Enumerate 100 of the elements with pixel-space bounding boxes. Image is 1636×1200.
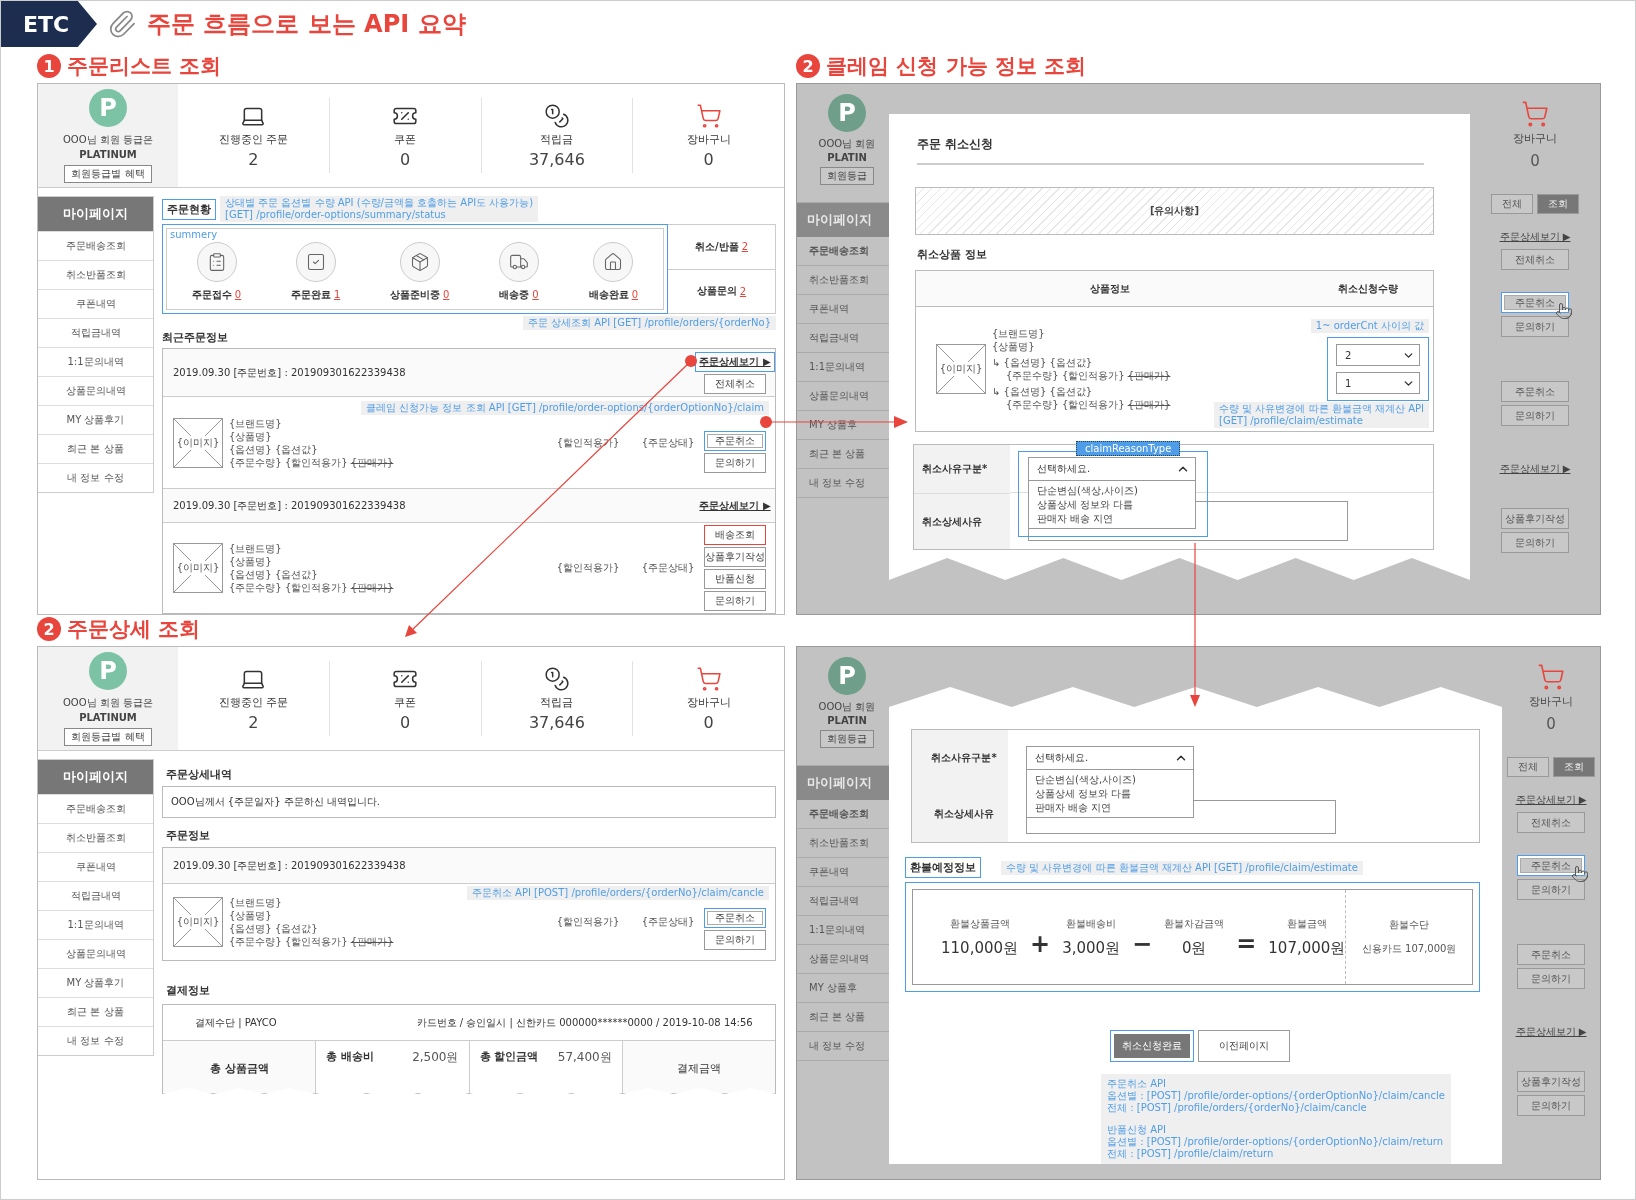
price-text: {할인적용가} [555, 915, 621, 929]
order-info: 2019.09.30 [주문번호] : 201909301622339438 [173, 858, 406, 873]
category-tag: ETC [1, 1, 97, 47]
section-title: 주문현황 [162, 198, 216, 220]
field-label: 취소사유구분* [912, 730, 1008, 786]
section-heading: 주문상세 조회 [67, 616, 201, 643]
sidebar-title: 마이페이지 [38, 197, 153, 231]
stat-label: 적립금 [540, 131, 574, 147]
step-label: 주문접수 0 [191, 288, 242, 302]
field-label: 취소사유구분* [914, 445, 1010, 493]
section-title: 취소상품 정보 [917, 247, 988, 262]
grade-name: PLATINUM [79, 711, 137, 723]
status-count: 취소/반품 2 [694, 239, 749, 255]
refund-label: 환불상품금액 [949, 916, 1010, 931]
stat-value: 0 [703, 149, 714, 169]
api-note: 상태별 주문 옵션별 수량 API (수량/금액을 호출하는 API도 사용가능) [GET] /profile/order-options/summary/status [220, 196, 539, 222]
status-count: 상품문의 2 [668, 268, 775, 313]
stat-value: 2 [248, 712, 259, 732]
cart-label: 장바구니 [1529, 694, 1573, 709]
refund-method: 신용카드 107,000원 [1361, 942, 1457, 956]
step-number: 2 [37, 617, 61, 641]
grade-avatar: P [828, 93, 866, 132]
brand-text: {브랜드명} [992, 327, 1046, 340]
section-title: 주문정보 [166, 828, 211, 843]
stat-value: 37,646 [528, 712, 585, 732]
api-note: 수량 및 사유변경에 따른 환불금액 재계산 API [GET] /profile/claim/estimate [1214, 402, 1429, 428]
section-title: 최근주문정보 [162, 330, 229, 345]
quantity-text: {주문수량} {할인적용가} {판매가} [229, 581, 394, 594]
option-text: {옵션명} {옵션값} [229, 442, 319, 456]
brand-text: {브랜드명} [229, 416, 283, 430]
stat-label: 장바구니 [686, 694, 731, 710]
refund-amount: 110,000원 [941, 938, 1019, 958]
grade-name: PLATINUM [79, 148, 137, 160]
image-label: {이미지} [176, 915, 220, 929]
column-header: 상품정보 [1088, 281, 1131, 296]
grade-avatar: P [828, 656, 866, 695]
notice-text: [유의사항] [1149, 204, 1200, 218]
order-info: 2019.09.30 [주문번호] : 201909301622339438 [173, 365, 406, 380]
grade-avatar: P [89, 651, 127, 690]
price-text: {할인적용가} [555, 561, 621, 575]
api-note: 주문취소 API 옵션별 : [POST] /profile/order-options/{orderOptionNo}/claim/cancle 전체 : [POST] /profile/orders/{orderNo}/claim/cancle 반품신청 API 옵션별 : [POST] /profile/order-options/{orderOptionNo}/claim/return 전체 : [POST] /profile/claim/return [1101, 1074, 1451, 1164]
option-text: ↳ {옵션명} {옵션값} [992, 356, 1094, 369]
step-label: 배송완료 0 [588, 288, 639, 302]
quantity-text: {주문수량} {할인적용가} {판매가} [229, 455, 394, 469]
payment-method: 결제수단 | PAYCO [195, 1015, 277, 1030]
quantity-text: {주문수량} {할인적용가} {판매가} [229, 935, 394, 948]
stat-value: 0 [400, 149, 411, 169]
total-label: 총 배송비 [326, 1049, 375, 1064]
stat-label: 적립금 [540, 694, 574, 710]
refund-label: 환불금액 [1286, 916, 1327, 931]
api-note: 주문 상세조회 API [GET] /profile/orders/{orderNo} [522, 316, 776, 330]
operator-sign: + [1030, 930, 1051, 958]
sidebar-title: 마이페이지 [38, 760, 153, 794]
cart-count: 0 [1530, 152, 1540, 170]
quantity-text: {주문수량} {할인적용가} {판매가} [1005, 369, 1171, 382]
stat-value: 0 [400, 712, 411, 732]
summary-label: summery [169, 229, 219, 240]
option-text: ↳ {옵션명} {옵션값} [992, 385, 1094, 398]
stat-value: 37,646 [528, 149, 585, 169]
total-label: 결제금액 [676, 1061, 721, 1076]
page-title: 주문 흐름으로 보는 API 요약 [147, 9, 466, 40]
sidebar-title: 마이페이지 [797, 203, 889, 237]
refund-amount: 3,000원 [1062, 938, 1121, 958]
section-title: 환불예정정보 [905, 857, 981, 878]
grade-text: OOO님 회원 등급은 [63, 132, 153, 147]
order-info: 2019.09.30 [주문번호] : 201909301622339438 [173, 498, 406, 513]
dialog-title: 주문 취소신청 [917, 128, 1424, 165]
product-name: {상품명} [229, 429, 273, 443]
refund-label: 환불배송비 [1066, 916, 1117, 931]
api-note: 수량 및 사유변경에 따른 환불금액 재계산 API [GET] /profile/claim/estimate [1001, 860, 1363, 875]
grade-text: OOO님 회원 [818, 699, 876, 714]
product-name: {상품명} [229, 909, 273, 922]
step-label: 상품준비중 0 [389, 288, 450, 302]
cart-count: 0 [1546, 715, 1556, 733]
stat-label: 진행중인 주문 [218, 131, 289, 147]
step-label: 배송중 0 [499, 288, 539, 302]
step-label: 주문완료 1 [290, 288, 341, 302]
section-heading: 클레임 신청 가능 정보 조회 [826, 53, 1087, 80]
brand-text: {브랜드명} [229, 896, 283, 909]
grade-text: OOO님 회원 등급은 [63, 695, 153, 710]
step-number: 1 [37, 54, 61, 78]
field-tag: claimReasonType [1076, 440, 1181, 456]
total-amount: 2,500원 [412, 1049, 459, 1066]
column-header: 취소신청수량 [1337, 281, 1400, 296]
status-text: {주문상태} [640, 561, 696, 575]
status-text: {주문상태} [640, 915, 696, 929]
stat-value: 2 [248, 149, 259, 169]
product-name: {상품명} [229, 555, 273, 568]
stat-label: 진행중인 주문 [218, 694, 289, 710]
select-value: 선택하세요. [1035, 751, 1089, 765]
grade-text: OOO님 회원 [818, 136, 876, 151]
grade-name: PLATIN [827, 151, 867, 163]
option-text: {옵션명} {옵션값} [229, 922, 319, 935]
grade-avatar: P [89, 88, 127, 127]
cart-label: 장바구니 [1513, 131, 1557, 146]
brand-text: {브랜드명} [229, 542, 283, 555]
operator-sign: − [1132, 930, 1153, 958]
refund-amount: 0원 [1181, 938, 1207, 958]
field-label: 취소상세사유 [914, 493, 1010, 549]
stat-label: 쿠폰 [394, 694, 417, 710]
